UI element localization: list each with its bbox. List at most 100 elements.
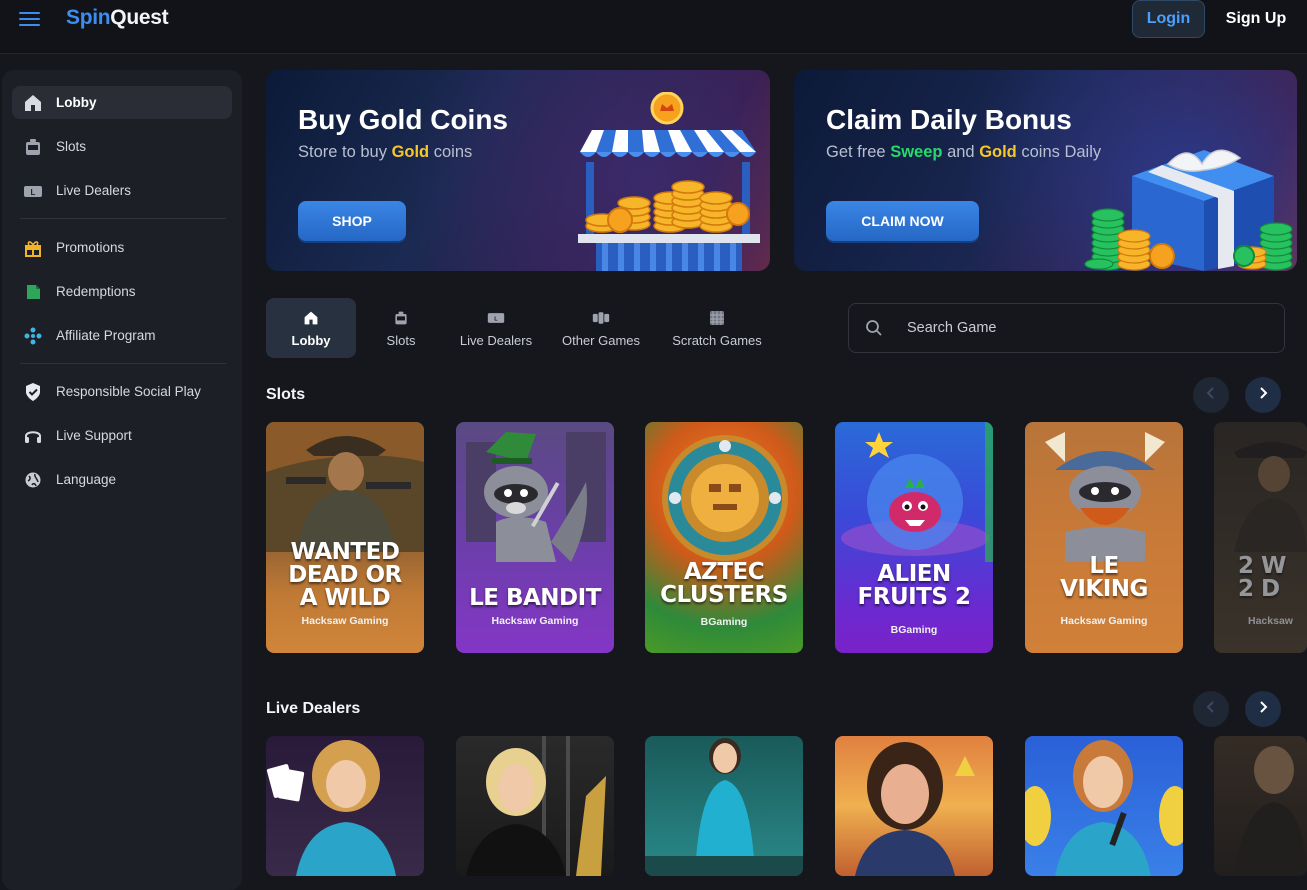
shop-button[interactable]: SHOP [298, 201, 406, 241]
network-icon [22, 325, 44, 347]
slots-prev-button[interactable] [1193, 377, 1229, 413]
sidebar-item-label: Live Dealers [56, 183, 132, 198]
game-card-le-viking[interactable]: LE VIKING Hacksaw Gaming [1025, 422, 1183, 653]
game-card-alien-fruits-2[interactable]: ALIEN FRUITS 2 BGaming [835, 422, 993, 653]
gift-icon [22, 237, 44, 259]
tab-label: Scratch Games [672, 332, 762, 348]
card-provider: Hacksaw Gaming [1060, 615, 1148, 627]
sidebar-divider [20, 218, 226, 219]
dice-icon [592, 309, 610, 327]
menu-icon[interactable] [19, 12, 40, 27]
card-title: LE BANDIT [469, 585, 601, 611]
brand-name-part1: Spin [66, 6, 111, 29]
globe-icon [22, 469, 44, 491]
subtitle-text: and [942, 143, 980, 161]
slot-machine-icon [392, 309, 410, 327]
sidebar-divider [20, 363, 226, 364]
tab-label: Other Games [561, 332, 641, 348]
sidebar-item-label: Promotions [56, 240, 125, 255]
slots-next-button[interactable] [1245, 377, 1281, 413]
gold-highlight: Gold [391, 143, 430, 161]
gift-box-illustration [1084, 149, 1293, 271]
sidebar-item-label: Language [56, 472, 117, 487]
search-box[interactable] [848, 303, 1285, 353]
game-card-wanted-dead-or-a-wild[interactable]: WANTED DEAD OR A WILD Hacksaw Gaming [266, 422, 424, 653]
ticket-icon [22, 281, 44, 303]
card-icon: L [487, 309, 505, 327]
card-provider: Hacksaw [1248, 615, 1293, 627]
live-next-button[interactable] [1245, 691, 1281, 727]
sidebar-item-language[interactable]: Language [12, 463, 232, 496]
sidebar: Lobby Slots L Live Dealers Promotions Re… [2, 70, 242, 890]
svg-text:L: L [494, 316, 498, 322]
tab-lobby[interactable]: Lobby [266, 298, 356, 358]
brand-logo[interactable]: SpinQuest [66, 6, 169, 30]
sidebar-item-label: Live Support [56, 428, 132, 443]
game-card-aztec-clusters[interactable]: AZTEC CLUSTERS BGaming [645, 422, 803, 653]
card-title: LE VIKING [1060, 553, 1148, 602]
login-button[interactable]: Login [1132, 0, 1205, 38]
live-dealers-section-title: Live Dealers [266, 700, 361, 717]
top-bar: SpinQuest Login Sign Up [0, 0, 1307, 54]
banner-subtitle: Get free Sweep and Gold coins Daily [826, 143, 1101, 162]
dealer-photo [1025, 740, 1183, 876]
headset-icon [22, 425, 44, 447]
live-dealer-card-partial[interactable] [1214, 736, 1307, 876]
sidebar-item-label: Responsible Social Play [56, 384, 201, 399]
banner-title: Buy Gold Coins [298, 104, 508, 135]
sidebar-item-affiliate-program[interactable]: Affiliate Program [12, 319, 232, 352]
sidebar-item-redemptions[interactable]: Redemptions [12, 275, 232, 308]
home-icon [22, 92, 44, 114]
claim-now-button[interactable]: CLAIM NOW [826, 201, 979, 241]
search-icon [865, 319, 883, 337]
cowboy-artwork [266, 422, 424, 552]
tab-scratch-games[interactable]: Scratch Games [664, 298, 770, 358]
sidebar-item-label: Affiliate Program [56, 328, 156, 343]
game-card-le-bandit[interactable]: LE BANDIT Hacksaw Gaming [456, 422, 614, 653]
live-dealer-card[interactable] [1025, 736, 1183, 876]
chevron-left-icon [1205, 386, 1217, 405]
tab-label: Live Dealers [459, 332, 533, 348]
cowboy-artwork [1234, 442, 1307, 552]
live-dealer-card[interactable] [266, 736, 424, 876]
live-dealer-card[interactable] [456, 736, 614, 876]
subtitle-text: Store to buy [298, 143, 392, 161]
daily-bonus-banner[interactable]: Claim Daily Bonus Get free Sweep and Gol… [794, 70, 1297, 271]
coin-shop-illustration [578, 92, 760, 271]
sidebar-item-responsible-social-play[interactable]: Responsible Social Play [12, 375, 232, 408]
dealer-photo [1234, 746, 1307, 876]
card-provider: Hacksaw Gaming [491, 615, 579, 627]
scratch-card-icon [708, 309, 726, 327]
shield-icon [22, 381, 44, 403]
tab-label: Slots [386, 332, 416, 348]
brand-name-part2: Quest [110, 6, 169, 29]
aztec-medallion-artwork [662, 435, 788, 561]
live-dealer-card[interactable] [645, 736, 803, 876]
card-provider: BGaming [890, 624, 938, 636]
sidebar-item-live-dealers[interactable]: L Live Dealers [12, 174, 232, 207]
live-dealer-card[interactable] [835, 736, 993, 876]
chevron-right-icon [1257, 386, 1269, 405]
sidebar-item-live-support[interactable]: Live Support [12, 419, 232, 452]
subtitle-text: coins [429, 143, 473, 161]
sidebar-item-promotions[interactable]: Promotions [12, 231, 232, 264]
sidebar-item-label: Redemptions [56, 284, 136, 299]
card-title: WANTED DEAD OR A WILD [288, 539, 402, 611]
tab-slots[interactable]: Slots [366, 298, 436, 358]
dealer-photo [466, 736, 606, 876]
slots-section-title: Slots [266, 386, 306, 403]
gold-highlight: Gold [979, 143, 1017, 161]
card-title: ALIEN FRUITS 2 [857, 561, 971, 610]
buy-gold-coins-banner[interactable]: Buy Gold Coins Store to buy Gold coins S… [266, 70, 770, 271]
tab-other-games[interactable]: Other Games [556, 298, 646, 358]
sidebar-item-label: Slots [56, 139, 87, 154]
sidebar-item-slots[interactable]: Slots [12, 130, 232, 163]
signup-button[interactable]: Sign Up [1220, 0, 1292, 38]
game-card-partial[interactable]: 2 W2 D Hacksaw [1214, 422, 1307, 653]
tab-live-dealers[interactable]: L Live Dealers [452, 298, 540, 358]
live-prev-button[interactable] [1193, 691, 1229, 727]
search-input[interactable] [907, 320, 1267, 336]
sidebar-item-lobby[interactable]: Lobby [12, 86, 232, 119]
dealer-photo [266, 740, 396, 876]
banner-title: Claim Daily Bonus [826, 104, 1072, 135]
